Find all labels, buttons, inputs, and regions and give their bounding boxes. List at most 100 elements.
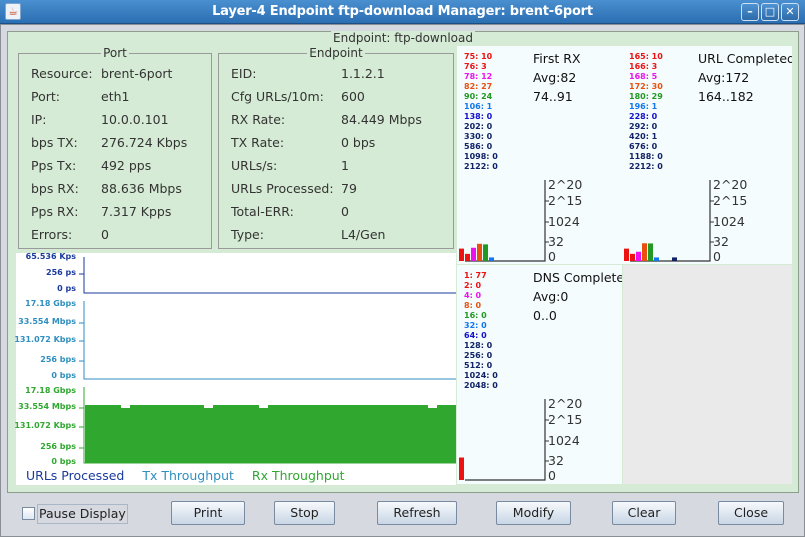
info-value: 88.636 Mbps (101, 181, 182, 196)
info-row: bps RX: 88.636 Mbps (31, 181, 182, 196)
histogram-first-rx: 75: 10 76: 3 78: 12 82: 27 90: 24 106: 1 138: … (457, 46, 622, 264)
histogram-chart: 2^202^15 1024 320 (459, 396, 582, 483)
legend-rx-throughput: Rx Throughput (251, 468, 345, 483)
endpoint-group: Endpoint EID: 1.1.2.1 Cfg URLs/10m: 600 RX R… (218, 46, 454, 249)
info-label: IP: (31, 112, 47, 127)
histogram-bar (459, 457, 464, 480)
urls-graph-tick-label: 65.536 Kps (25, 252, 76, 261)
info-label: Errors: (31, 227, 73, 242)
pause-display-label[interactable]: Pause Display (37, 504, 128, 524)
histogram-tick-label: 1024 (548, 433, 580, 448)
info-row: Port: eth1 (31, 89, 129, 104)
tx-graph-tick-label: 0 bps (51, 371, 76, 380)
info-label: Pps RX: (31, 204, 79, 219)
histogram-bar (630, 253, 635, 261)
histogram-tick-label: 32 (548, 234, 564, 249)
stop-button[interactable]: Stop (274, 501, 335, 525)
port-group: Port Resource: brent-6port Port: eth1 IP: 10.… (18, 46, 212, 249)
histogram-bar (465, 253, 470, 261)
rx-graph-tick-label: 256 bps (40, 442, 76, 451)
title-bar[interactable]: ☕ Layer-4 Endpoint ftp-download Manager:… (0, 0, 805, 24)
info-value: 84.449 Mbps (341, 112, 422, 127)
histogram-url-completed: 165: 10 166: 3 168: 5 172: 30 180: 29 196: 12… (622, 46, 792, 264)
info-value: 0 bps (341, 135, 376, 150)
info-value: brent-6port (101, 66, 173, 81)
info-label: bps TX: (31, 135, 78, 150)
clear-button[interactable]: Clear (612, 501, 676, 525)
minimize-button[interactable]: – (741, 3, 759, 21)
info-label: bps RX: (31, 181, 79, 196)
info-label: RX Rate: (231, 112, 286, 127)
histogram-tick-label: 0 (713, 249, 721, 264)
info-row: URLs Processed: 79 (231, 181, 357, 196)
histogram-tick-label: 1024 (713, 214, 745, 229)
close-button[interactable]: Close (718, 501, 784, 525)
histogram-bar (642, 243, 647, 261)
info-label: URLs Processed: (231, 181, 334, 196)
info-row: TX Rate: 0 bps (231, 135, 375, 150)
histogram-tick-label: 32 (713, 234, 729, 249)
histogram-bar (648, 243, 653, 261)
info-value: 492 pps (101, 158, 152, 173)
info-value: 0 (101, 227, 109, 242)
close-icon: ✕ (785, 5, 795, 18)
histogram-chart: 2^202^15 1024 320 (459, 177, 582, 264)
histogram-tick-label: 0 (548, 468, 556, 483)
histogram-tick-label: 32 (548, 453, 564, 468)
info-label: Port: (31, 89, 60, 104)
info-label: Total-ERR: (231, 204, 294, 219)
close-window-button[interactable]: ✕ (781, 3, 799, 21)
port-group-title: Port (101, 46, 129, 60)
info-row: URLs/s: 1 (231, 158, 349, 173)
maximize-button[interactable]: □ (761, 3, 779, 21)
histogram-chart: 2^202^15 1024 320 (624, 177, 747, 264)
histogram-bar (654, 257, 659, 261)
histogram-tick-label: 2^15 (548, 193, 582, 208)
histogram-bar (459, 248, 464, 261)
info-value: 7.317 Kpps (101, 204, 172, 219)
modify-button[interactable]: Modify (496, 501, 571, 525)
info-label: URLs/s: (231, 158, 278, 173)
minimize-icon: – (747, 5, 753, 18)
tx-graph-tick-label: 256 bps (40, 355, 76, 364)
rx-graph-tick-label: 131.072 Kbps (14, 421, 76, 430)
info-value: 600 (341, 89, 365, 104)
urls-graph-tick-label: 0 ps (57, 284, 76, 293)
info-label: EID: (231, 66, 257, 81)
refresh-button[interactable]: Refresh (377, 501, 457, 525)
rx-graph-tick-label: 33.554 Mbps (18, 402, 76, 411)
rx-graph-tick-label: 0 bps (51, 457, 76, 466)
info-row: EID: 1.1.2.1 (231, 66, 385, 81)
histogram-bar (624, 248, 629, 261)
info-value: eth1 (101, 89, 130, 104)
histogram-tick-label: 2^15 (548, 412, 582, 427)
info-label: Resource: (31, 66, 93, 81)
info-row: Cfg URLs/10m: 600 (231, 89, 365, 104)
tx-graph-tick-label: 17.18 Gbps (25, 299, 76, 308)
histogram-tick-label: 2^20 (548, 396, 582, 411)
rx-graph-tick-label: 17.18 Gbps (25, 386, 76, 395)
info-row: Type: L4/Gen (231, 227, 385, 242)
histogram-tick-label: 2^15 (713, 193, 747, 208)
info-row: bps TX: 276.724 Kbps (31, 135, 187, 150)
info-value: 1.1.2.1 (341, 66, 385, 81)
info-row: IP: 10.0.0.101 (31, 112, 169, 127)
rx-throughput-area (85, 405, 456, 463)
graph-canvas (79, 257, 456, 464)
tx-graph-axis (83, 301, 456, 380)
info-label: Pps Tx: (31, 158, 77, 173)
histogram-bar (636, 251, 641, 261)
info-row: Total-ERR: 0 (231, 204, 349, 219)
window-title: Layer-4 Endpoint ftp-download Manager: b… (212, 4, 593, 19)
throughput-graph-area: 65.536 Kps 256 ps 0 ps 17.18 Gbps 33.554 Mbp… (14, 252, 456, 485)
info-row: Pps Tx: 492 pps (31, 158, 151, 173)
legend-tx-throughput: Tx Throughput (142, 468, 234, 483)
print-button[interactable]: Print (171, 501, 245, 525)
empty-histogram-slot (623, 265, 792, 484)
info-row: Pps RX: 7.317 Kpps (31, 204, 171, 219)
info-value: 1 (341, 158, 349, 173)
histogram-tick-label: 2^20 (713, 177, 747, 192)
checkbox-icon[interactable] (22, 507, 35, 520)
info-label: Cfg URLs/10m: (231, 89, 324, 104)
info-label: TX Rate: (231, 135, 285, 150)
